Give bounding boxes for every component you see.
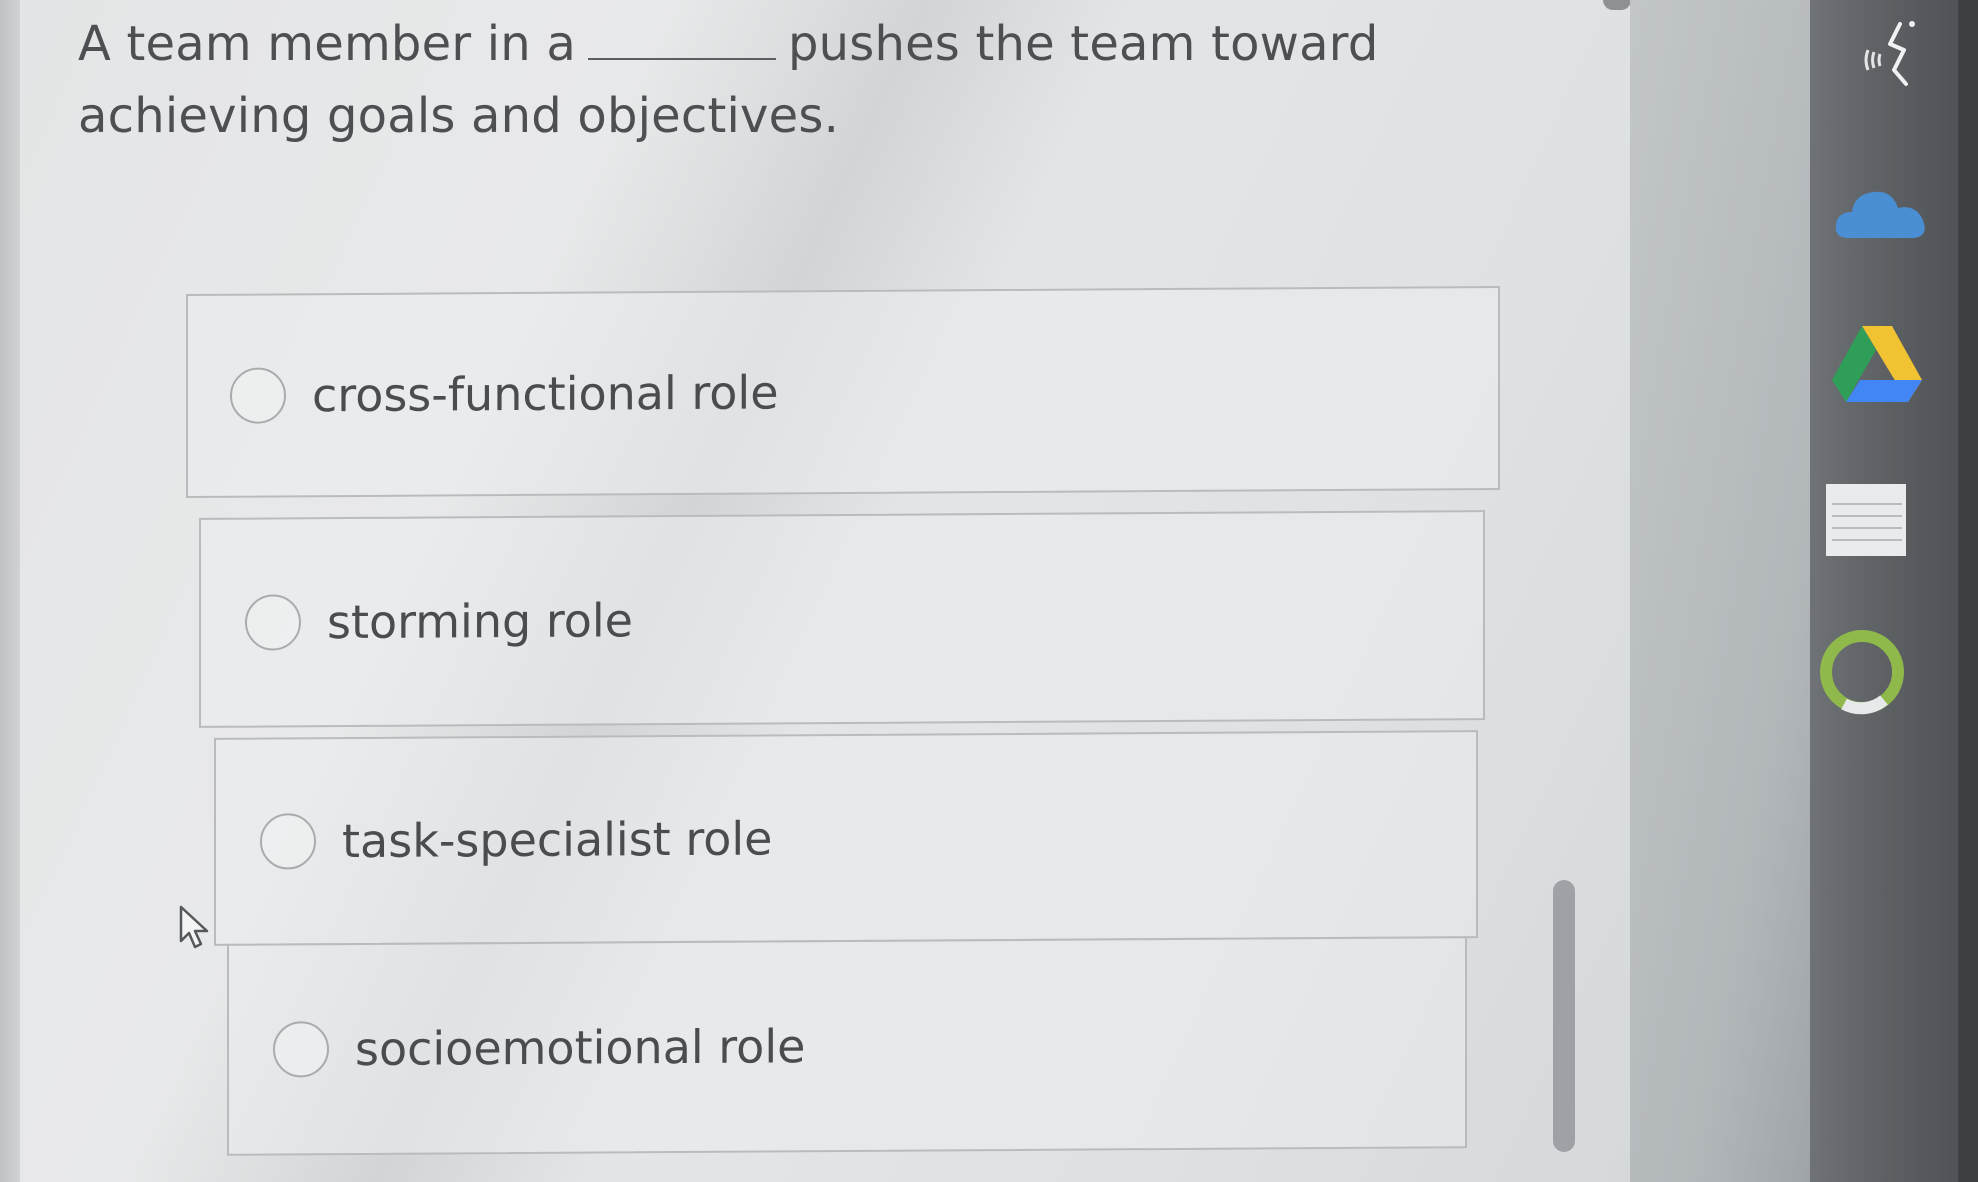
question-blank xyxy=(587,58,776,60)
option-task-specialist[interactable]: task-specialist role xyxy=(214,730,1478,946)
left-bezel xyxy=(0,0,20,1182)
right-margin-panel xyxy=(1630,0,1810,1182)
app-ring-icon[interactable] xyxy=(1814,624,1910,720)
radio-button[interactable] xyxy=(230,367,286,424)
radio-button[interactable] xyxy=(245,594,301,651)
radio-button[interactable] xyxy=(260,813,316,870)
screen-edge xyxy=(1958,0,1978,1182)
screen: A team member in a pushes the team toward… xyxy=(0,0,1978,1182)
question-before-blank: A team member in a xyxy=(78,16,576,72)
side-taskbar xyxy=(1810,0,1978,1182)
option-label: socioemotional role xyxy=(355,1019,806,1077)
option-label: task-specialist role xyxy=(342,811,773,869)
radio-button[interactable] xyxy=(273,1021,329,1078)
onedrive-cloud-icon[interactable] xyxy=(1834,178,1930,244)
option-socioemotional[interactable]: socioemotional role xyxy=(227,936,1467,1156)
option-storming[interactable]: storming role xyxy=(199,510,1485,728)
mouse-cursor-icon xyxy=(179,905,209,949)
question-text: A team member in a pushes the team toward… xyxy=(78,8,1508,152)
notes-icon[interactable] xyxy=(1822,478,1910,562)
option-cross-functional[interactable]: cross-functional role xyxy=(186,285,1500,499)
wireless-display-icon[interactable] xyxy=(1850,10,1930,94)
google-drive-icon[interactable] xyxy=(1828,322,1926,408)
option-label: storming role xyxy=(327,593,633,650)
scrollbar-thumb[interactable] xyxy=(1553,880,1575,1152)
option-label: cross-functional role xyxy=(312,365,779,423)
